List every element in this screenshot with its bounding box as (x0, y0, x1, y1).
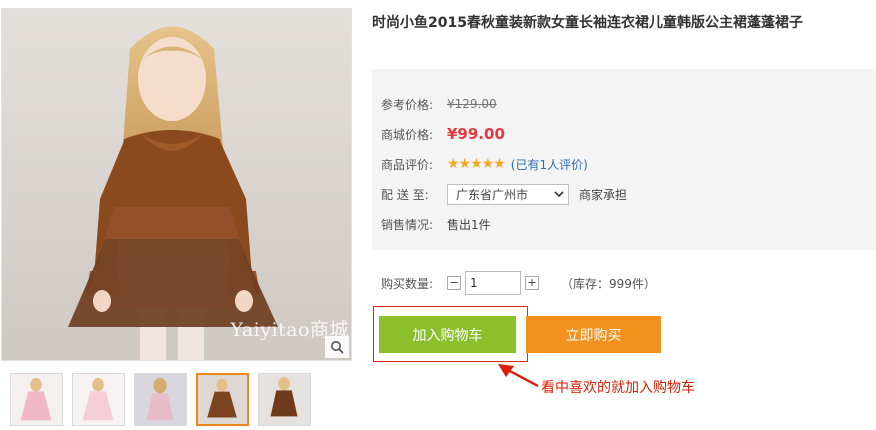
thumbnail-5[interactable] (258, 373, 311, 426)
quantity-input[interactable] (465, 271, 521, 295)
rating-label: 商品评价: (381, 157, 434, 172)
mall-price: ¥99.00 (447, 125, 505, 143)
shipping-note: 商家承担 (579, 187, 628, 202)
magnifier-icon (331, 341, 344, 354)
thumbnail-strip (10, 373, 311, 426)
chevron-down-icon (554, 190, 564, 197)
light-pink-dress-photo (73, 374, 124, 425)
sales-label: 销售情况: (381, 217, 434, 232)
back-view-dress-photo (135, 374, 186, 425)
thumbnail-4[interactable] (196, 373, 249, 426)
shipping-label: 配 送 至: (381, 187, 429, 202)
reference-price-label: 参考价格: (381, 97, 434, 112)
review-count-link[interactable]: (已有1人评价) (511, 156, 588, 173)
stock-info: （库存：999件） (561, 276, 656, 291)
quantity-decrease-button[interactable]: − (447, 276, 461, 290)
reference-price-row: 参考价格: ¥129.00 (381, 89, 876, 119)
arrow-icon (498, 364, 539, 388)
brown-dress-full-photo (259, 374, 310, 425)
shipping-row: 配 送 至: 广东省广州市 商家承担 (381, 179, 876, 209)
girl-brown-dress-illustration (2, 9, 351, 360)
brown-dress-photo (198, 375, 247, 424)
quantity-increase-button[interactable]: + (525, 276, 539, 290)
thumbnail-3[interactable] (134, 373, 187, 426)
rating-row: 商品评价: ★★★★★ (已有1人评价) (381, 149, 876, 179)
region-select-value: 广东省广州市 (456, 187, 529, 202)
thumbnail-1[interactable] (10, 373, 63, 426)
add-to-cart-button[interactable]: 加入购物车 (379, 316, 516, 353)
mall-price-row: 商城价格: ¥99.00 (381, 119, 876, 149)
sales-value: 售出1件 (447, 217, 491, 232)
pink-dress-photo (11, 374, 62, 425)
mall-price-label: 商城价格: (381, 127, 434, 142)
region-select[interactable]: 广东省广州市 (447, 183, 569, 205)
product-title: 时尚小鱼2015春秋童装新款女童长袖连衣裙儿童韩版公主裙蓬蓬裙子 (372, 15, 803, 31)
star-rating-icon: ★★★★★ (447, 156, 506, 172)
quantity-label: 购买数量: (381, 276, 434, 291)
main-product-image[interactable]: Yaiyitao商城 (1, 8, 352, 361)
quantity-row: 购买数量: − + （库存：999件） (381, 271, 656, 295)
annotation-callout: 看中喜欢的就加入购物车 (541, 380, 695, 396)
sales-row: 销售情况: 售出1件 (381, 209, 876, 239)
thumbnail-2[interactable] (72, 373, 125, 426)
reference-price: ¥129.00 (447, 97, 497, 111)
product-info-panel: 参考价格: ¥129.00 商城价格: ¥99.00 商品评价: ★★★★★ (… (372, 69, 876, 250)
zoom-button[interactable] (325, 336, 349, 358)
buy-now-button[interactable]: 立即购买 (526, 316, 661, 353)
